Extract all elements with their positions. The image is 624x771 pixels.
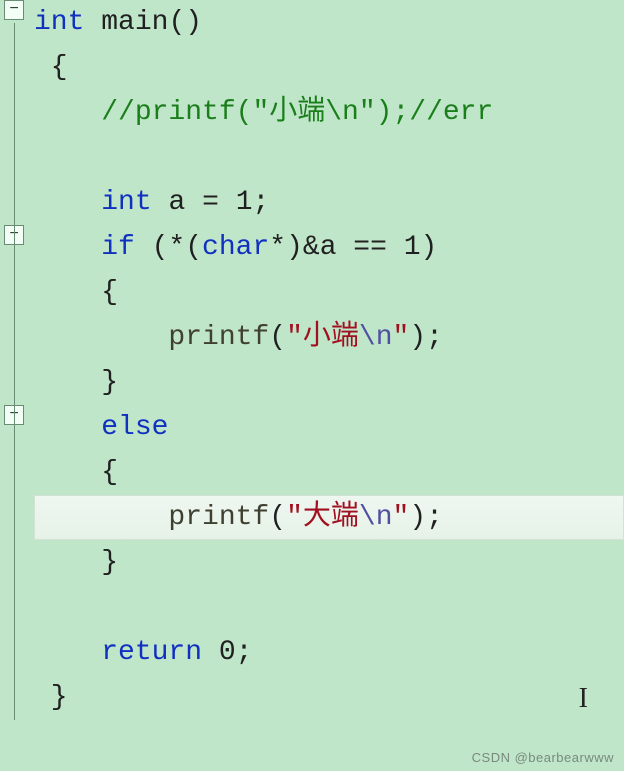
keyword-char: char — [202, 232, 269, 263]
code-line: } — [34, 360, 624, 405]
fold-marker[interactable]: − — [4, 0, 24, 20]
keyword-int: int — [34, 7, 84, 38]
keyword-return: return — [101, 637, 202, 668]
code-line: if (*(char*)&a == 1) — [34, 225, 624, 270]
code-area[interactable]: int main() { //printf("小端\n");//err int … — [28, 0, 624, 771]
string-literal: 大端 — [303, 502, 359, 533]
identifier-main: main — [101, 7, 168, 38]
call-printf: printf — [168, 502, 269, 533]
code-line: { — [34, 270, 624, 315]
code-line: int a = 1; — [34, 180, 624, 225]
code-line: return 0; — [34, 630, 624, 675]
code-line: { — [34, 450, 624, 495]
fold-gutter: − − − — [0, 0, 28, 771]
call-printf: printf — [168, 322, 269, 353]
text-cursor-icon: I — [579, 685, 588, 713]
code-line: //printf("小端\n");//err — [34, 90, 624, 135]
code-line: } — [34, 675, 624, 720]
keyword-if: if — [101, 232, 135, 263]
string-literal: 小端 — [303, 322, 359, 353]
escape-sequence: \n — [359, 502, 393, 533]
comment: //printf("小端\n");//err — [101, 97, 493, 128]
keyword-else: else — [101, 412, 168, 443]
code-line: int main() — [34, 0, 624, 45]
code-line: printf("小端\n"); — [34, 315, 624, 360]
code-line: else — [34, 405, 624, 450]
code-line — [34, 585, 624, 630]
watermark: CSDN @bearbearwww — [472, 750, 614, 765]
code-line: { — [34, 45, 624, 90]
escape-sequence: \n — [359, 322, 393, 353]
code-line-active: printf("大端\n"); — [34, 495, 624, 540]
code-editor: − − − int main() { //printf("小端\n");//er… — [0, 0, 624, 771]
code-line — [34, 135, 624, 180]
code-line: } — [34, 540, 624, 585]
